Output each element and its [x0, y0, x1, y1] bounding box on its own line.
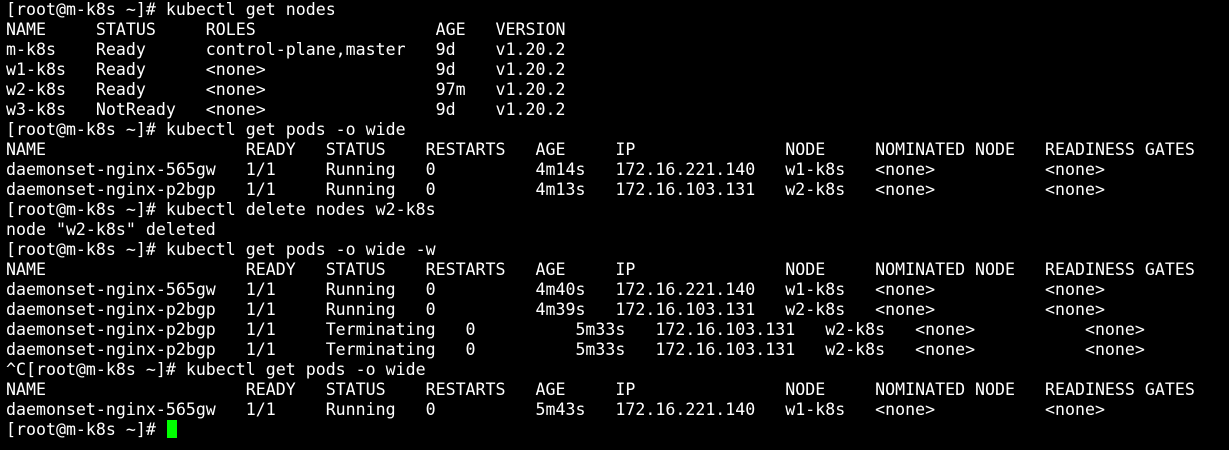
terminal-line: daemonset-nginx-565gw 1/1 Running 0 4m40… [6, 280, 1105, 299]
terminal-line: NAME READY STATUS RESTARTS AGE IP NODE N… [6, 140, 1195, 159]
terminal-window[interactable]: [root@m-k8s ~]# kubectl get nodes NAME S… [0, 0, 1229, 450]
terminal-line: node "w2-k8s" deleted [6, 220, 216, 239]
terminal-line: daemonset-nginx-p2bgp 1/1 Terminating 0 … [6, 320, 1145, 339]
terminal-line: NAME STATUS ROLES AGE VERSION [6, 20, 566, 39]
terminal-line: [root@m-k8s ~]# kubectl get nodes [6, 0, 336, 19]
prompt-line[interactable]: [root@m-k8s ~]# [6, 420, 1229, 440]
terminal-line: ^C[root@m-k8s ~]# kubectl get pods -o wi… [6, 360, 426, 379]
terminal-line: daemonset-nginx-p2bgp 1/1 Terminating 0 … [6, 340, 1145, 359]
terminal-line: w1-k8s Ready <none> 9d v1.20.2 [6, 60, 566, 79]
terminal-line: [root@m-k8s ~]# kubectl get pods -o wide… [6, 240, 436, 259]
cursor [166, 420, 177, 438]
terminal-line: NAME READY STATUS RESTARTS AGE IP NODE N… [6, 260, 1195, 279]
terminal-line: daemonset-nginx-p2bgp 1/1 Running 0 4m13… [6, 180, 1105, 199]
terminal-line: daemonset-nginx-565gw 1/1 Running 0 4m14… [6, 160, 1105, 179]
shell-prompt: [root@m-k8s ~]# [6, 420, 166, 439]
terminal-line: NAME READY STATUS RESTARTS AGE IP NODE N… [6, 380, 1195, 399]
terminal-line: [root@m-k8s ~]# kubectl delete nodes w2-… [6, 200, 436, 219]
terminal-line: daemonset-nginx-p2bgp 1/1 Running 0 4m39… [6, 300, 1105, 319]
terminal-line: [root@m-k8s ~]# kubectl get pods -o wide [6, 120, 406, 139]
terminal-line: w3-k8s NotReady <none> 9d v1.20.2 [6, 100, 566, 119]
terminal-line: daemonset-nginx-565gw 1/1 Running 0 5m43… [6, 400, 1105, 419]
terminal-line: m-k8s Ready control-plane,master 9d v1.2… [6, 40, 566, 59]
terminal-line: w2-k8s Ready <none> 97m v1.20.2 [6, 80, 566, 99]
